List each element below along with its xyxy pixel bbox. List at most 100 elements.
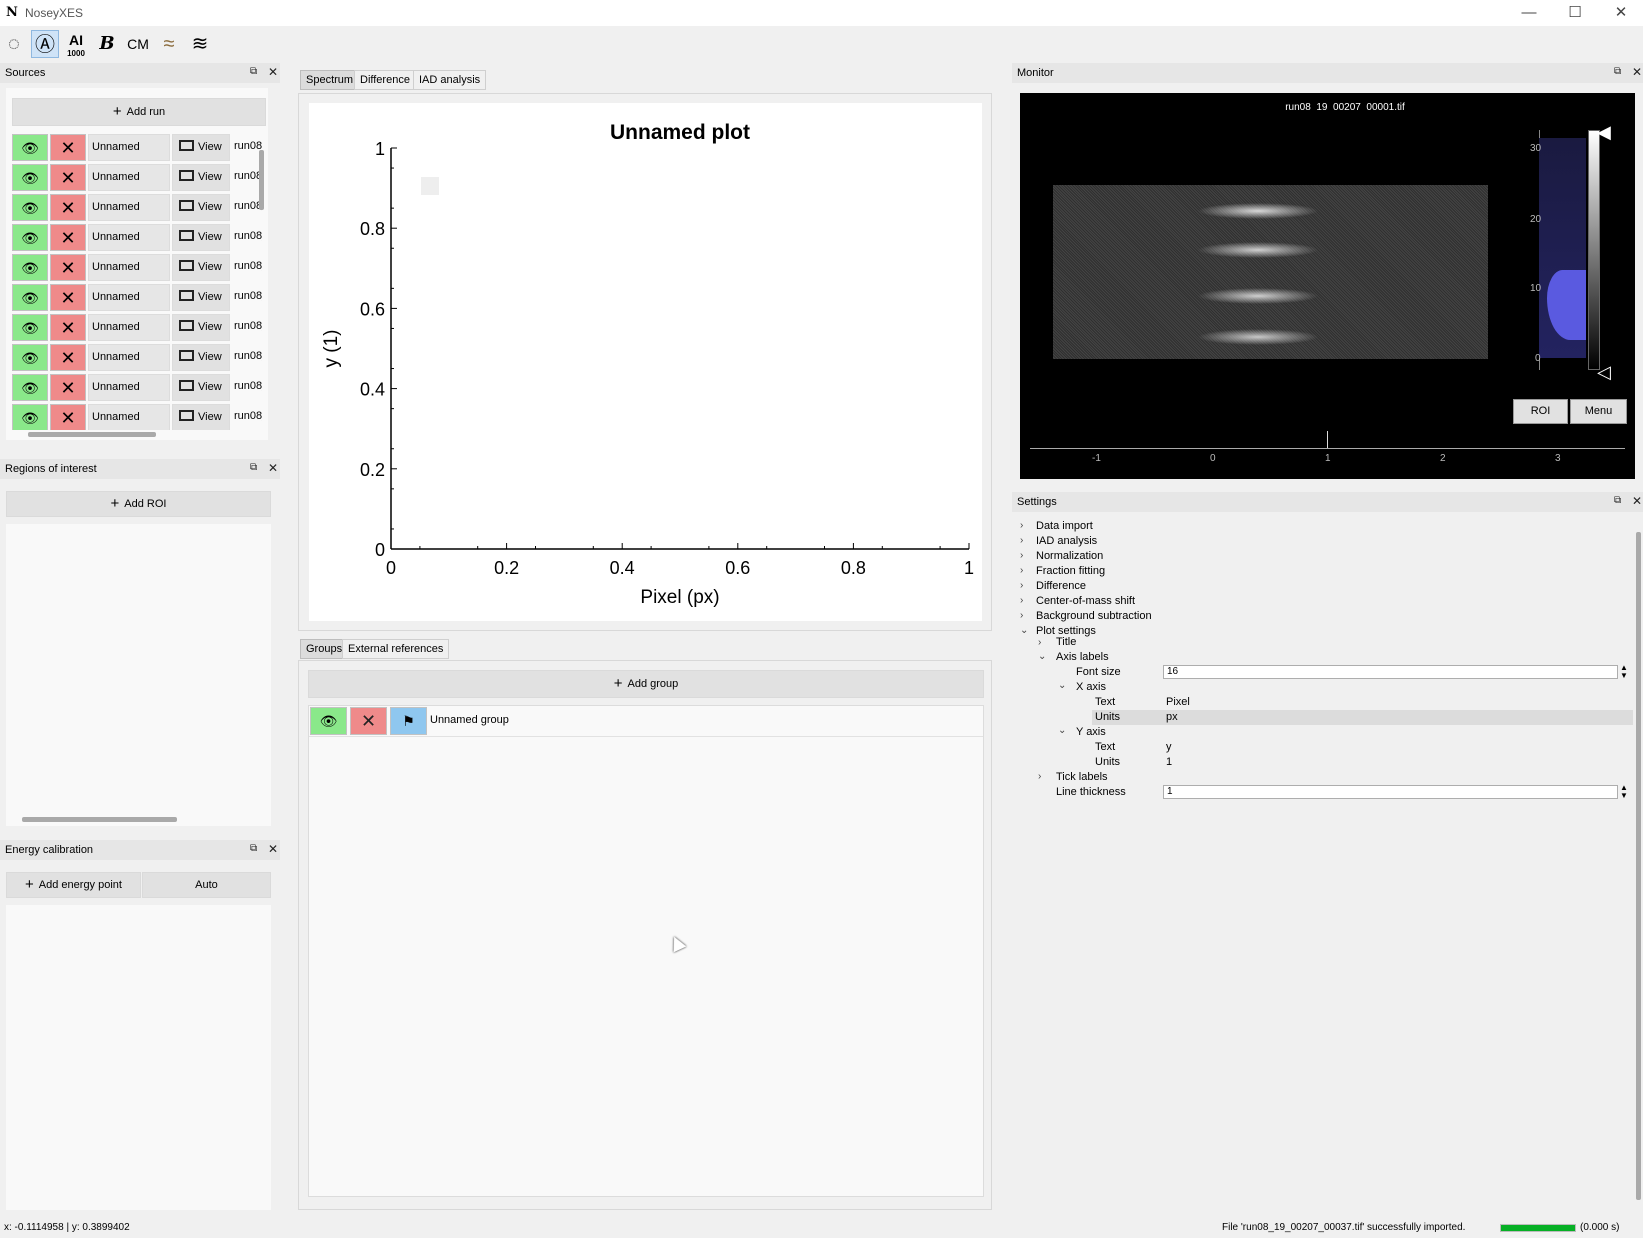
- add-roi-button[interactable]: + Add ROI: [6, 491, 271, 517]
- visibility-eye-icon[interactable]: 👁: [12, 314, 48, 341]
- tree-item[interactable]: Normalization: [1036, 549, 1103, 564]
- delete-run-button[interactable]: ✕: [50, 284, 86, 311]
- gradient-bar[interactable]: [1588, 130, 1600, 370]
- run-name[interactable]: Unnamed: [88, 404, 170, 430]
- tree-item[interactable]: Fraction fitting: [1036, 564, 1105, 579]
- close-icon[interactable]: ✕: [268, 461, 278, 475]
- delete-group-button[interactable]: ✕: [350, 707, 387, 735]
- tree-item-axis-labels[interactable]: Axis labels: [1056, 650, 1109, 665]
- list-item[interactable]: 👁✕Unnamed View run08_: [12, 344, 262, 372]
- chevron-right-icon[interactable]: ›: [1020, 580, 1023, 591]
- list-item[interactable]: 👁✕Unnamed View run08_: [12, 404, 262, 430]
- sources-list[interactable]: 👁✕UnnamedViewrun08_👁✕UnnamedViewrun08_👁✕…: [0, 134, 262, 430]
- tab-groups[interactable]: Groups: [300, 639, 349, 659]
- tree-item[interactable]: Data import: [1036, 519, 1093, 534]
- delete-run-button[interactable]: ✕: [50, 374, 86, 401]
- run-name[interactable]: Unnamed: [88, 164, 170, 191]
- minimize-button[interactable]: —: [1507, 2, 1551, 24]
- line-thickness-input[interactable]: 1: [1163, 785, 1618, 799]
- list-item[interactable]: 👁✕Unnamed View run08_: [12, 224, 262, 252]
- run-name[interactable]: Unnamed: [88, 314, 170, 341]
- visibility-eye-icon[interactable]: 👁: [12, 404, 48, 430]
- view-button[interactable]: View: [172, 164, 230, 191]
- bold-icon[interactable]: B: [93, 30, 121, 58]
- view-button[interactable]: View: [172, 194, 230, 221]
- roi-hscrollbar[interactable]: [22, 817, 177, 822]
- view-button[interactable]: View: [172, 284, 230, 311]
- chevron-down-icon[interactable]: ⌄: [1038, 651, 1046, 662]
- float-icon[interactable]: ⧉: [250, 462, 257, 473]
- visibility-eye-icon[interactable]: 👁: [12, 194, 48, 221]
- run-name[interactable]: Unnamed: [88, 254, 170, 281]
- chevron-right-icon[interactable]: ›: [1020, 565, 1023, 576]
- chevron-down-icon[interactable]: ⌄: [1058, 725, 1066, 736]
- flag-icon[interactable]: ⚑: [390, 707, 427, 735]
- delete-run-button[interactable]: ✕: [50, 404, 86, 430]
- group-name[interactable]: Unnamed group: [430, 714, 509, 726]
- detector-image[interactable]: [1053, 185, 1488, 359]
- tab-iad-analysis[interactable]: IAD analysis: [413, 70, 487, 90]
- y-units-value[interactable]: 1: [1166, 755, 1172, 770]
- stepper-icon[interactable]: ▲ ▼: [1620, 784, 1628, 800]
- select-tool-icon[interactable]: ◌: [0, 30, 28, 58]
- monitor-view[interactable]: run08 19 00207 00001.tif ◀ ◁ 30 20 10 0 …: [1020, 93, 1635, 479]
- visibility-eye-icon[interactable]: 👁: [12, 224, 48, 251]
- tree-item[interactable]: Background subtraction: [1036, 609, 1152, 624]
- chevron-right-icon[interactable]: ›: [1020, 610, 1023, 621]
- auto-icon[interactable]: Ⓐ: [31, 30, 59, 58]
- view-button[interactable]: View: [172, 134, 230, 161]
- chevron-right-icon[interactable]: ›: [1038, 771, 1041, 782]
- settings-vscrollbar[interactable]: [1636, 532, 1641, 1200]
- chevron-right-icon[interactable]: ›: [1020, 535, 1023, 546]
- list-item[interactable]: 👁✕Unnamed View run08_: [12, 254, 262, 282]
- list-item[interactable]: 👁✕Unnamed View run08_: [12, 284, 262, 312]
- run-name[interactable]: Unnamed: [88, 134, 170, 161]
- list-item[interactable]: 👁✕Unnamed View run08_: [12, 314, 262, 342]
- view-button[interactable]: View: [172, 374, 230, 401]
- delete-run-button[interactable]: ✕: [50, 164, 86, 191]
- visibility-eye-icon[interactable]: 👁: [12, 284, 48, 311]
- menu-button[interactable]: Menu: [1570, 399, 1627, 424]
- close-icon[interactable]: ✕: [268, 65, 278, 79]
- sources-vscrollbar[interactable]: [259, 150, 264, 210]
- visibility-eye-icon[interactable]: 👁: [12, 344, 48, 371]
- maximize-button[interactable]: ☐: [1553, 2, 1597, 24]
- add-group-button[interactable]: + Add group: [308, 670, 984, 698]
- list-item[interactable]: 👁✕Unnamed View run08_: [12, 134, 262, 162]
- tree-item-tick-labels[interactable]: Tick labels: [1056, 770, 1108, 785]
- chevron-right-icon[interactable]: ›: [1038, 637, 1041, 648]
- font-size-input[interactable]: 16: [1163, 665, 1618, 679]
- close-icon[interactable]: ✕: [1632, 65, 1642, 79]
- view-button[interactable]: View: [172, 404, 230, 430]
- float-icon[interactable]: ⧉: [250, 843, 257, 854]
- delete-run-button[interactable]: ✕: [50, 194, 86, 221]
- view-button[interactable]: View: [172, 254, 230, 281]
- plot-area[interactable]: Unnamed plot 0 0.2 0.4 0.6 0.8 1 0 0.2 0.4 0.6 0.8 1…: [309, 103, 982, 621]
- histogram-panel[interactable]: ◀ ◁: [1537, 122, 1611, 382]
- run-name[interactable]: Unnamed: [88, 344, 170, 371]
- tree-item-title[interactable]: Title: [1056, 635, 1076, 650]
- chevron-right-icon[interactable]: ›: [1020, 550, 1023, 561]
- view-button[interactable]: View: [172, 224, 230, 251]
- x-units-value[interactable]: px: [1166, 710, 1178, 725]
- sources-hscrollbar[interactable]: [28, 432, 156, 437]
- tab-difference[interactable]: Difference: [354, 70, 416, 90]
- waves-icon[interactable]: ≋: [186, 30, 214, 58]
- add-energy-point-button[interactable]: + Add energy point: [6, 872, 141, 898]
- chevron-right-icon[interactable]: ›: [1020, 520, 1023, 531]
- run-name[interactable]: Unnamed: [88, 374, 170, 401]
- delete-run-button[interactable]: ✕: [50, 134, 86, 161]
- max-level-handle-icon[interactable]: ◀: [1597, 122, 1611, 143]
- float-icon[interactable]: ⧉: [1614, 495, 1621, 506]
- close-icon[interactable]: ✕: [268, 842, 278, 856]
- tree-item-y-axis[interactable]: Y axis: [1076, 725, 1106, 740]
- list-item[interactable]: 👁 ✕ ⚑ Unnamed group: [309, 706, 983, 737]
- tab-external-references[interactable]: External references: [342, 639, 450, 659]
- visibility-eye-icon[interactable]: 👁: [12, 164, 48, 191]
- chevron-down-icon[interactable]: ⌄: [1020, 625, 1028, 636]
- spectrum-chart[interactable]: Unnamed plot 0 0.2 0.4 0.6 0.8 1 0 0.2 0.4 0.6 0.8 1…: [309, 103, 982, 621]
- list-item[interactable]: 👁✕Unnamed View run08_: [12, 164, 262, 192]
- cm-icon[interactable]: CM: [124, 30, 152, 58]
- list-item[interactable]: 👁✕Unnamed View run08_: [12, 374, 262, 402]
- chevron-down-icon[interactable]: ⌄: [1058, 680, 1066, 691]
